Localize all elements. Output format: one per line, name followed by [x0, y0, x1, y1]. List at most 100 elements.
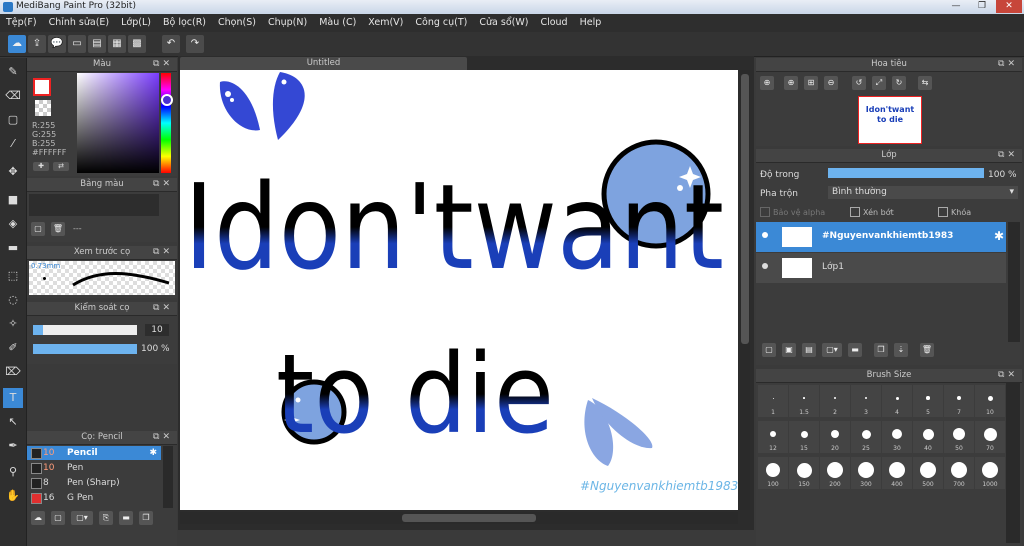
lock-checkbox[interactable]: Khóa — [938, 207, 971, 217]
duplicate-layer-icon[interactable]: ❐ — [874, 343, 888, 357]
zoom-window-icon[interactable]: ⊞ — [804, 76, 818, 90]
brush-size-cell[interactable]: 40 — [913, 421, 943, 453]
brush-size-cell[interactable]: 400 — [882, 457, 912, 489]
layer-row-layer1[interactable]: Lớp1 — [756, 253, 1006, 283]
eraser-tool-icon[interactable]: ⌫ — [3, 86, 23, 106]
balloon-icon[interactable]: ▭ — [68, 35, 86, 53]
zoom-fit-icon[interactable]: ⊕ — [760, 76, 774, 90]
hue-slider-handle[interactable] — [161, 94, 173, 106]
brush-size-cell[interactable]: 150 — [789, 457, 819, 489]
menu-file[interactable]: Tệp(F) — [0, 14, 43, 32]
menu-layer[interactable]: Lớp(L) — [115, 14, 157, 32]
brush-size-cell[interactable]: 700 — [944, 457, 974, 489]
menu-view[interactable]: Xem(V) — [362, 14, 409, 32]
brush-new-icon[interactable]: ▢ — [51, 511, 65, 525]
brush-size-cell[interactable]: 50 — [944, 421, 974, 453]
panel-close-icon[interactable]: ⧉✕ — [153, 431, 173, 444]
magic-wand-icon[interactable]: ✧ — [3, 314, 23, 334]
brush-size-cell[interactable]: 5 — [913, 385, 943, 417]
layer-scrollbar[interactable] — [1008, 222, 1020, 342]
brush-size-cell[interactable]: 4 — [882, 385, 912, 417]
eyedropper-tool-icon[interactable]: ⚲ — [3, 462, 23, 482]
brush-tool-icon[interactable]: ✎ — [3, 62, 23, 82]
dot-tool-icon[interactable]: ⁄ — [3, 134, 23, 154]
canvas-hscroll-thumb[interactable] — [402, 514, 536, 522]
panel-close-icon[interactable]: ⧉✕ — [998, 58, 1018, 71]
gear-icon[interactable]: ✱ — [994, 229, 1004, 243]
color-saturation-picker[interactable] — [77, 73, 159, 173]
brush-size-cell[interactable]: 2 — [820, 385, 850, 417]
brush-item-g-pen[interactable]: 16 G Pen — [27, 491, 161, 505]
panel-close-icon[interactable]: ⧉✕ — [153, 246, 173, 259]
panel-close-icon[interactable]: ⧉✕ — [153, 302, 173, 315]
operation-tool-icon[interactable]: ↖ — [3, 412, 23, 432]
brush-size-cell[interactable]: 1.5 — [789, 385, 819, 417]
menu-tools[interactable]: Công cụ(T) — [409, 14, 473, 32]
brush-folder-icon[interactable]: ▬ — [119, 511, 133, 525]
hand-tool-icon[interactable]: ✋ — [3, 486, 23, 506]
protect-alpha-checkbox[interactable]: Bảo vệ alpha — [760, 207, 825, 217]
menu-help[interactable]: Help — [574, 14, 608, 32]
eye-icon[interactable] — [762, 232, 768, 238]
brush-size-cell[interactable]: 70 — [975, 421, 1005, 453]
text-tool-icon[interactable]: T — [3, 388, 23, 408]
brush-size-cell[interactable]: 200 — [820, 457, 850, 489]
new-layer-icon[interactable]: ▢ — [762, 343, 776, 357]
canvas-vscroll-thumb[interactable] — [741, 74, 749, 344]
brush-duplicate-icon[interactable]: ❐ — [139, 511, 153, 525]
zoom-out-icon[interactable]: ⊖ — [824, 76, 838, 90]
brush-item-pen-sharp[interactable]: 8 Pen (Sharp) — [27, 476, 161, 490]
fit-icon[interactable]: ⤢ — [872, 76, 886, 90]
gear-icon[interactable]: ✱ — [149, 446, 157, 460]
clipping-checkbox[interactable]: Xén bớt — [850, 207, 894, 217]
cloud-icon[interactable]: ☁ — [8, 35, 26, 53]
drawing-canvas[interactable]: Idon'twant to die #Nguyenvankhiemtb1983 — [180, 70, 738, 510]
bucket-tool-icon[interactable]: ◈ — [3, 214, 23, 234]
new-layer-1bit-icon[interactable]: ▤ — [802, 343, 816, 357]
move-tool-icon[interactable]: ✥ — [3, 162, 23, 182]
brush-copy-icon[interactable]: ⎘ — [99, 511, 113, 525]
flip-icon[interactable]: ⇆ — [918, 76, 932, 90]
brush-size-scrollbar[interactable] — [1006, 383, 1020, 543]
background-color-swatch[interactable] — [35, 100, 51, 116]
hue-slider[interactable] — [161, 73, 171, 173]
gradient-tool-icon[interactable]: ▬ — [3, 238, 23, 258]
comment-icon[interactable]: 💬 — [48, 35, 66, 53]
merge-layer-icon[interactable]: ⇣ — [894, 343, 908, 357]
color-swap-icon[interactable]: ⇄ — [53, 162, 69, 171]
rotate-left-icon[interactable]: ↺ — [852, 76, 866, 90]
select-lasso-icon[interactable]: ◌ — [3, 290, 23, 310]
brush-size-cell[interactable]: 3 — [851, 385, 881, 417]
palette-delete-icon[interactable]: 🗑 — [51, 222, 65, 236]
export-icon[interactable]: ⇪ — [28, 35, 46, 53]
brush-size-cell[interactable]: 25 — [851, 421, 881, 453]
color-add-icon[interactable]: ✚ — [33, 162, 49, 171]
panel-close-icon[interactable]: ⧉✕ — [153, 58, 173, 71]
brush-size-value[interactable]: 10 — [145, 324, 169, 336]
brush-add-icon[interactable]: ☁ — [31, 511, 45, 525]
foreground-color-swatch[interactable] — [33, 78, 51, 96]
page-icon[interactable]: ▤ — [88, 35, 106, 53]
panel-close-icon[interactable]: ⧉✕ — [998, 149, 1018, 162]
navigator-thumbnail[interactable]: Idon'twant to die — [858, 96, 922, 144]
brush-size-slider[interactable] — [33, 325, 137, 335]
brush-opacity-slider[interactable] — [33, 344, 137, 354]
panel-icon[interactable]: ▦ — [108, 35, 126, 53]
minimize-button[interactable]: — — [944, 0, 968, 13]
brush-list-scrollbar[interactable] — [163, 446, 173, 508]
brush-size-cell[interactable]: 12 — [758, 421, 788, 453]
brush-size-cell[interactable]: 1 — [758, 385, 788, 417]
menu-color[interactable]: Màu (C) — [313, 14, 362, 32]
brush-size-cell[interactable]: 20 — [820, 421, 850, 453]
brush-size-cell[interactable]: 1000 — [975, 457, 1005, 489]
maximize-button[interactable]: ❐ — [970, 0, 994, 13]
canvas-vertical-scrollbar[interactable] — [740, 70, 750, 510]
palette-swatch-area[interactable] — [29, 194, 159, 216]
new-layer-8bit-icon[interactable]: ▣ — [782, 343, 796, 357]
layer-folder-icon[interactable]: ▬ — [848, 343, 862, 357]
canvas-tab[interactable]: Untitled — [180, 57, 467, 70]
panel-close-icon[interactable]: ⧉✕ — [153, 178, 173, 191]
undo-icon[interactable]: ↶ — [162, 35, 180, 53]
menu-filter[interactable]: Bộ lọc(R) — [157, 14, 212, 32]
menu-snap[interactable]: Chụp(N) — [262, 14, 313, 32]
